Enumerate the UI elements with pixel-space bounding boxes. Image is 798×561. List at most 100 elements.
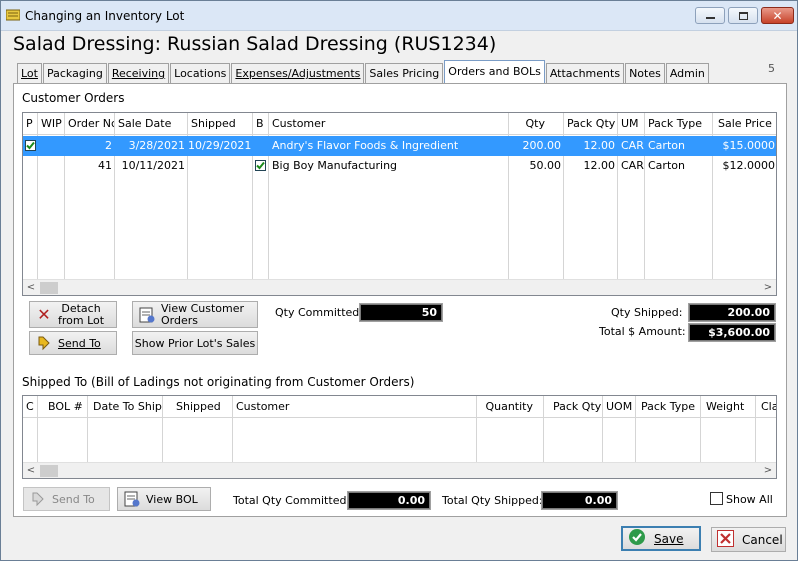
col-um[interactable]: UM xyxy=(618,113,645,135)
shipped-to-title: Shipped To (Bill of Ladings not originat… xyxy=(22,375,415,389)
tab-label: Expenses/Adjustments xyxy=(235,67,361,80)
save-label: Save xyxy=(654,531,684,546)
check-icon xyxy=(25,140,36,151)
tab-expenses[interactable]: Expenses/Adjustments xyxy=(231,63,365,83)
detach-from-lot-button[interactable]: ✕ Detach from Lot xyxy=(29,301,117,328)
show-all-checkbox[interactable] xyxy=(710,492,723,505)
send-to-button[interactable]: Send To xyxy=(29,331,117,355)
scroll-right-icon[interactable]: > xyxy=(760,463,776,478)
orders-icon xyxy=(137,305,157,325)
pack-qty: 12.00 xyxy=(583,139,616,152)
shipped-to-grid[interactable]: C BOL # Date To Ship Shipped Customer Qu… xyxy=(22,395,777,479)
column-divider xyxy=(232,418,233,464)
close-button[interactable]: ✕ xyxy=(761,7,794,24)
col-c[interactable]: C xyxy=(23,396,38,418)
col-qty[interactable]: Qty xyxy=(509,113,564,135)
shipped-date: 10/29/2021 xyxy=(188,139,252,152)
view-bol-button[interactable]: View BOL xyxy=(117,487,211,511)
col-wip[interactable]: WIP xyxy=(38,113,65,135)
show-all-label[interactable]: Show All xyxy=(726,493,773,506)
scroll-thumb[interactable] xyxy=(40,465,58,477)
tab-orders-and-bols[interactable]: Orders and BOLs xyxy=(444,60,545,83)
total-committed-label: Total Qty Committed: xyxy=(233,494,351,507)
total-shipped-value: 0.00 xyxy=(541,491,618,510)
send-arrow-icon xyxy=(34,333,54,353)
col-date-to-ship[interactable]: Date To Ship xyxy=(88,396,163,418)
col-class[interactable]: Cla xyxy=(756,396,776,418)
view-orders-line2: Orders xyxy=(161,313,198,327)
column-divider xyxy=(602,418,603,464)
tab-locations[interactable]: Locations xyxy=(170,63,231,83)
col-pack-qty[interactable]: Pack Qty xyxy=(564,113,618,135)
tab-admin[interactable]: Admin xyxy=(665,63,709,83)
qty-shipped-value: 200.00 xyxy=(688,303,776,322)
tab-packaging[interactable]: Packaging xyxy=(42,63,107,83)
button-label: View Customer Orders xyxy=(161,302,244,327)
maximize-button[interactable] xyxy=(728,7,758,24)
scroll-left-icon[interactable]: < xyxy=(23,463,39,478)
qty-committed-label: Qty Committed: xyxy=(275,306,363,319)
cancel-label: Cancel xyxy=(742,532,783,547)
table-row[interactable]: 41 10/11/2021 Big Boy Manufacturing 50.0… xyxy=(23,156,776,176)
um: CAR xyxy=(621,139,644,152)
col-customer[interactable]: Customer xyxy=(233,396,477,418)
show-prior-lots-sales-button[interactable]: Show Prior Lot's Sales xyxy=(132,331,258,355)
col-p[interactable]: P xyxy=(23,113,38,135)
col-order-no[interactable]: Order Nc xyxy=(65,113,115,135)
check-icon xyxy=(255,160,266,171)
title-bar: Changing an Inventory Lot ✕ xyxy=(1,1,797,31)
col-pack-type[interactable]: Pack Type xyxy=(636,396,701,418)
minimize-button[interactable] xyxy=(695,7,725,24)
col-quantity[interactable]: Quantity xyxy=(477,396,544,418)
col-sale-date[interactable]: Sale Date xyxy=(115,113,188,135)
sale-date: 10/11/2021 xyxy=(121,159,185,172)
qty: 50.00 xyxy=(529,159,562,172)
inventory-lot-window: Changing an Inventory Lot ✕ Salad Dressi… xyxy=(0,0,798,561)
horizontal-scrollbar[interactable]: < > xyxy=(23,462,776,478)
tab-receiving[interactable]: Receiving xyxy=(107,63,170,83)
pack-type: Carton xyxy=(648,139,685,152)
tab-attachments[interactable]: Attachments xyxy=(545,63,625,83)
cancel-x-icon xyxy=(717,529,734,550)
col-customer[interactable]: Customer xyxy=(269,113,509,135)
column-divider xyxy=(87,418,88,464)
tab-notes[interactable]: Notes xyxy=(625,63,665,83)
customer-name: Andry's Flavor Foods & Ingredient xyxy=(272,139,459,152)
col-weight[interactable]: Weight xyxy=(701,396,756,418)
table-row[interactable]: 2 3/28/2021 10/29/2021 Andry's Flavor Fo… xyxy=(23,136,776,156)
column-divider xyxy=(700,418,701,464)
col-pack-qty[interactable]: Pack Qty xyxy=(544,396,603,418)
app-icon xyxy=(6,9,20,21)
customer-name: Big Boy Manufacturing xyxy=(272,159,398,172)
scroll-thumb[interactable] xyxy=(40,282,58,294)
col-pack-type[interactable]: Pack Type xyxy=(645,113,713,135)
detach-line2: from Lot xyxy=(58,313,105,327)
window-title: Changing an Inventory Lot xyxy=(25,9,185,23)
qty-shipped-label: Qty Shipped: xyxy=(611,306,683,319)
shipped-send-to-button[interactable]: Send To xyxy=(23,487,110,511)
column-divider xyxy=(755,418,756,464)
view-customer-orders-button[interactable]: View Customer Orders xyxy=(132,301,258,328)
col-uom[interactable]: UOM xyxy=(603,396,636,418)
x-icon: ✕ xyxy=(37,305,51,324)
posted-checkbox[interactable] xyxy=(25,136,37,156)
save-button[interactable]: Save xyxy=(621,526,701,551)
customer-orders-grid[interactable]: P WIP Order Nc Sale Date Shipped B Custo… xyxy=(22,112,777,296)
scroll-left-icon[interactable]: < xyxy=(23,280,39,295)
horizontal-scrollbar[interactable]: < > xyxy=(23,279,776,295)
col-bol-no[interactable]: BOL # xyxy=(38,396,88,418)
column-divider xyxy=(476,418,477,464)
send-to-label: Send To xyxy=(52,492,95,506)
sale-date: 3/28/2021 xyxy=(128,139,185,152)
col-shipped[interactable]: Shipped xyxy=(163,396,233,418)
total-amount-label: Total $ Amount: xyxy=(599,325,686,338)
bol-checkbox[interactable] xyxy=(255,156,267,176)
col-shipped[interactable]: Shipped xyxy=(188,113,253,135)
order-no: 2 xyxy=(105,139,112,152)
col-b[interactable]: B xyxy=(253,113,269,135)
cancel-button[interactable]: Cancel xyxy=(711,527,786,552)
scroll-right-icon[interactable]: > xyxy=(760,280,776,295)
tab-lot[interactable]: Lot xyxy=(17,63,42,83)
col-sale-price[interactable]: Sale Price xyxy=(713,113,776,135)
tab-sales-pricing[interactable]: Sales Pricing xyxy=(365,63,444,83)
